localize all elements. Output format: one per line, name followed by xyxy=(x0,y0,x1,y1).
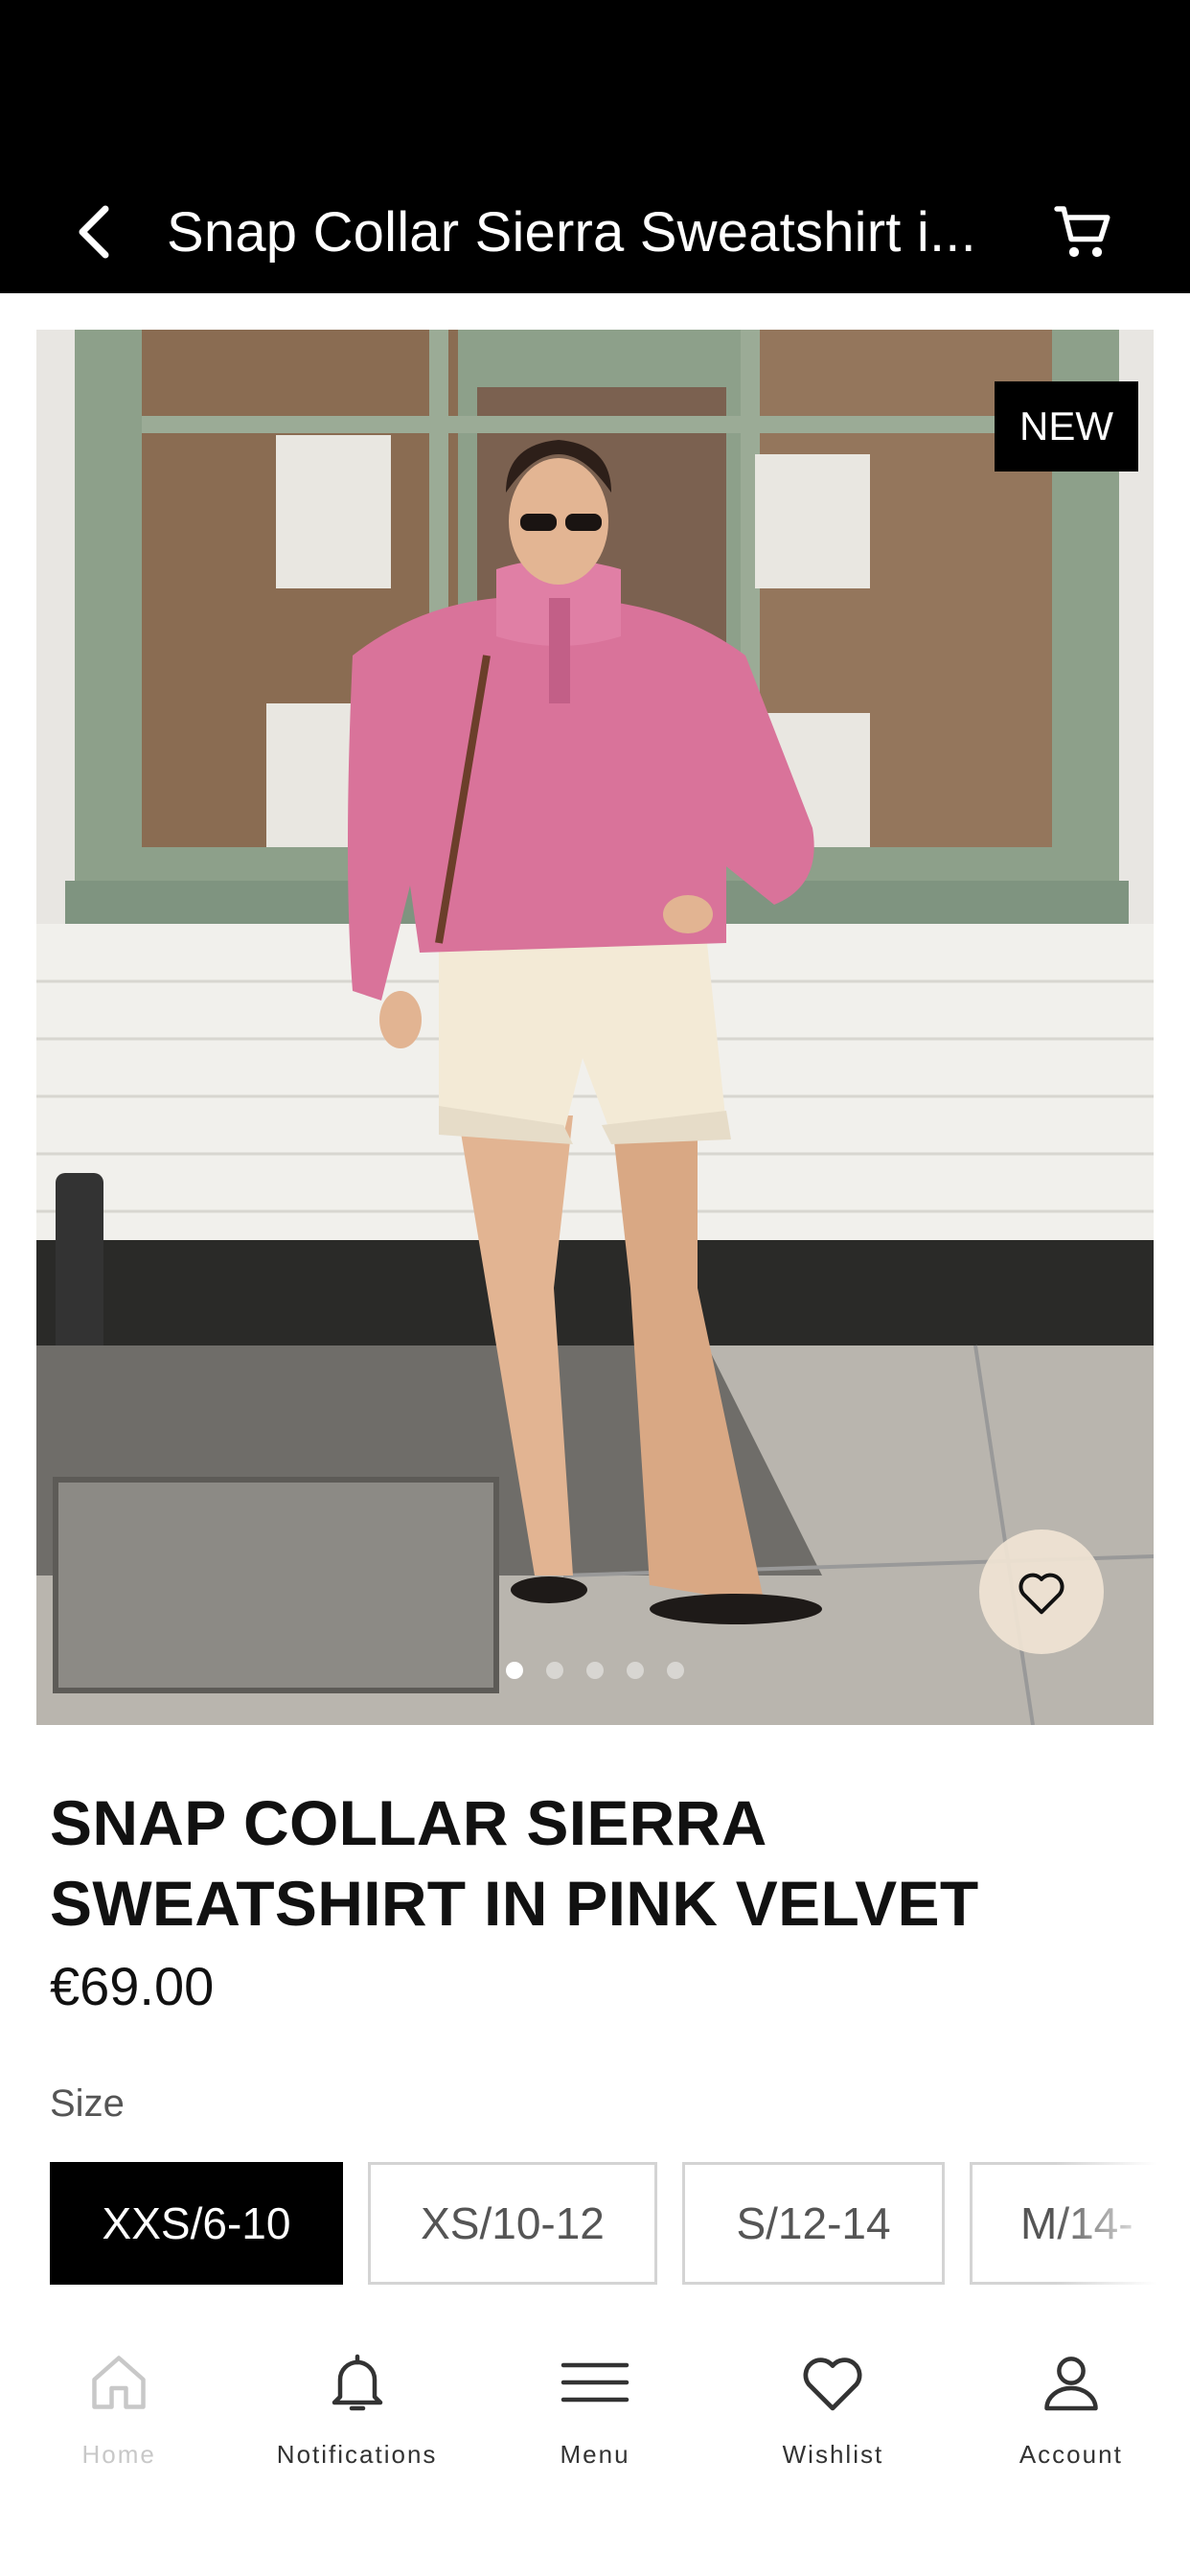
cart-button[interactable] xyxy=(1044,194,1121,270)
size-option[interactable]: XS/10-12 xyxy=(368,2162,657,2285)
nav-wishlist[interactable]: Wishlist xyxy=(714,2310,951,2576)
nav-notifications[interactable]: Notifications xyxy=(238,2310,475,2576)
back-button[interactable] xyxy=(59,197,128,266)
home-icon xyxy=(92,2356,146,2409)
bell-icon xyxy=(332,2354,382,2411)
carousel-dot[interactable] xyxy=(667,1662,684,1679)
nav-label: Account xyxy=(1018,2440,1123,2469)
chevron-left-icon xyxy=(79,205,109,259)
carousel-dot[interactable] xyxy=(546,1662,563,1679)
nav-label: Menu xyxy=(560,2440,630,2469)
size-selector: XXS/6-10 XS/10-12 S/12-14 M/14- xyxy=(50,2162,1190,2288)
carousel-dot[interactable] xyxy=(506,1662,523,1679)
nav-home[interactable]: Home xyxy=(0,2310,238,2576)
cart-icon xyxy=(1054,206,1110,258)
product-name-line-1: SNAP COLLAR SIERRA xyxy=(50,1787,767,1858)
carousel-dot[interactable] xyxy=(627,1662,644,1679)
product-image-carousel[interactable]: NEW xyxy=(36,330,1154,1725)
nav-label: Home xyxy=(81,2440,156,2469)
heart-icon xyxy=(803,2358,862,2411)
page-title: Snap Collar Sierra Sweatshirt i... xyxy=(167,201,976,264)
status-bar xyxy=(0,0,1190,172)
size-option[interactable]: S/12-14 xyxy=(682,2162,945,2285)
user-icon xyxy=(1044,2357,1098,2411)
size-option[interactable]: XXS/6-10 xyxy=(50,2162,343,2285)
add-to-wishlist-button[interactable] xyxy=(979,1530,1104,1654)
nav-account[interactable]: Account xyxy=(952,2310,1190,2576)
product-name: SNAP COLLAR SIERRA SWEATSHIRT IN PINK VE… xyxy=(50,1782,1142,1944)
nav-label: Wishlist xyxy=(782,2440,884,2469)
nav-label: Notifications xyxy=(276,2440,438,2469)
size-label: Size xyxy=(50,2082,125,2125)
bottom-navigation: Home Notifications Menu Wishlist Account xyxy=(0,2310,1190,2576)
menu-icon xyxy=(561,2362,629,2403)
app-bar: Snap Collar Sierra Sweatshirt i... xyxy=(0,172,1190,293)
heart-outline-icon xyxy=(1018,1573,1064,1615)
size-row-fade xyxy=(1056,2162,1190,2288)
product-price: €69.00 xyxy=(50,1956,215,2016)
new-badge: NEW xyxy=(995,381,1138,472)
product-photo xyxy=(36,330,1154,1725)
product-name-line-2: SWEATSHIRT IN PINK VELVET xyxy=(50,1868,979,1939)
nav-menu[interactable]: Menu xyxy=(476,2310,714,2576)
carousel-dots xyxy=(36,1662,1154,1679)
carousel-dot[interactable] xyxy=(586,1662,604,1679)
